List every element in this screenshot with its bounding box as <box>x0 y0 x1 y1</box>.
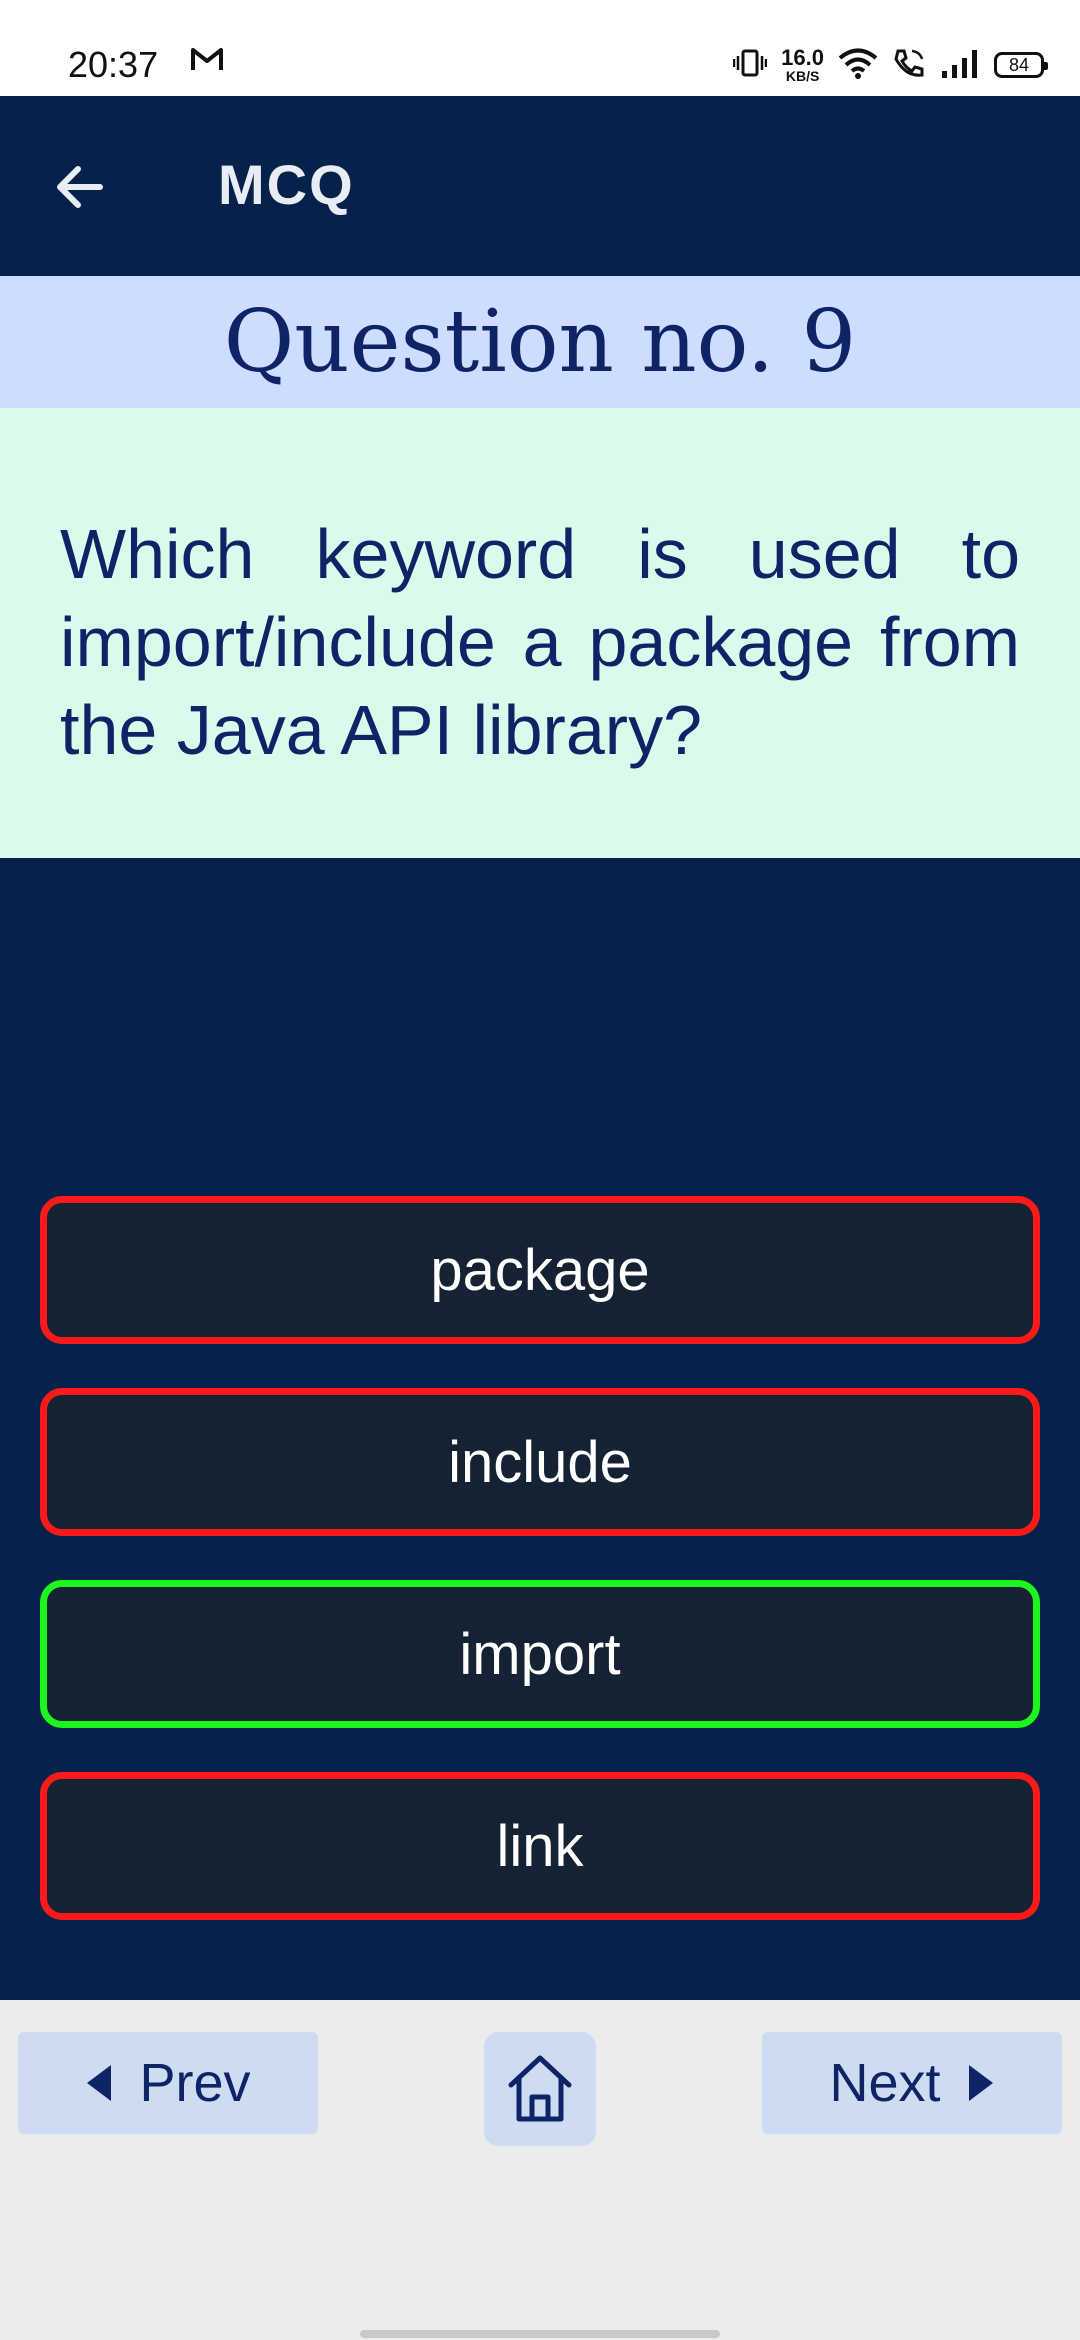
gesture-bar[interactable] <box>360 2330 720 2338</box>
network-speed-unit: KB/S <box>785 68 820 84</box>
signal-icon <box>940 47 980 84</box>
option-include[interactable]: include <box>40 1388 1040 1536</box>
bottom-nav: Prev Next <box>0 2000 1080 2340</box>
status-time: 20:37 <box>68 44 159 85</box>
home-button[interactable] <box>484 2032 596 2146</box>
caret-left-icon <box>87 2065 112 2101</box>
prev-label: Prev <box>139 2053 251 2113</box>
option-link[interactable]: link <box>40 1772 1040 1920</box>
prev-button[interactable]: Prev <box>18 2032 318 2134</box>
wifi-call-icon <box>892 47 926 84</box>
app-title: MCQ <box>218 153 355 216</box>
network-speed-value: 16.0 <box>781 45 824 70</box>
next-label: Next <box>829 2053 941 2113</box>
gmail-icon <box>190 46 224 77</box>
question-number: Question no. 9 <box>0 276 1080 408</box>
home-icon <box>508 2055 572 2122</box>
next-button[interactable]: Next <box>762 2032 1062 2134</box>
back-button[interactable] <box>44 152 114 222</box>
answer-area: package include import link <box>0 858 1080 2000</box>
status-bar: 20:37 16.0 KB/S 84 <box>0 0 1080 96</box>
arrow-back-icon <box>57 166 103 208</box>
option-import[interactable]: import <box>40 1580 1040 1728</box>
question-text: Which keyword is used to import/include … <box>60 515 1020 769</box>
option-package[interactable]: package <box>40 1196 1040 1344</box>
app-bar: MCQ <box>0 96 1080 276</box>
question-box: Which keyword is used to import/include … <box>0 408 1080 858</box>
vibrate-icon <box>732 48 768 83</box>
caret-right-icon <box>968 2065 993 2101</box>
battery-icon: 84 <box>994 52 1048 78</box>
status-icons: 16.0 KB/S 84 <box>732 40 1048 90</box>
network-speed: 16.0 KB/S <box>781 45 824 84</box>
wifi-icon <box>838 47 878 84</box>
